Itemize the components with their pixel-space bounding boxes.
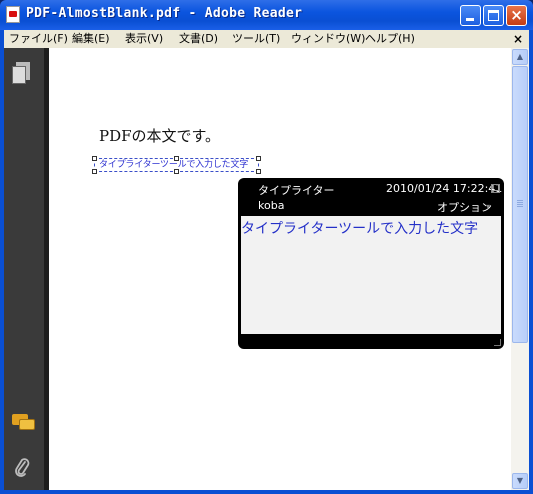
scroll-up-button[interactable]: ▲ [512,49,528,65]
navigation-panel [4,48,44,490]
menu-file[interactable]: ファイル(F) [9,30,68,48]
annotation-popup[interactable]: タイプライター 2010/01/24 17:22:41 koba オプション ▾… [238,178,504,349]
menu-window[interactable]: ウィンドウ(W) [291,30,365,48]
resize-handle[interactable] [174,169,179,174]
popup-content-text[interactable]: タイプライターツールで入力した文字 [241,218,478,238]
popup-options-menu[interactable]: オプション [437,199,492,215]
resize-grip-icon[interactable] [494,339,501,346]
popup-timestamp: 2010/01/24 17:22:41 [386,182,503,195]
chevron-down-icon[interactable]: ▾ [486,202,490,211]
comments-icon[interactable] [12,414,36,434]
pdf-file-icon [6,6,20,23]
document-close-button[interactable]: × [513,30,523,48]
title-bar[interactable]: PDF-AlmostBlank.pdf - Adobe Reader × [0,0,533,30]
pages-icon[interactable] [12,62,32,86]
scroll-thumb[interactable] [512,66,528,343]
document-page[interactable]: PDFの本文です。 タイプライターツールで入力した文字 タイプライター 2010… [49,48,511,490]
window-frame-right [529,30,533,494]
app-window: PDF-AlmostBlank.pdf - Adobe Reader × ファイ… [0,0,533,494]
vertical-scrollbar[interactable]: ▲ ▼ [511,48,529,490]
maximize-button[interactable] [483,5,504,26]
popup-minimize-button[interactable] [491,184,500,193]
menu-help[interactable]: ヘルプ(H) [365,30,415,48]
popup-title: タイプライター [258,184,335,197]
document-body-text: PDFの本文です。 [99,127,221,145]
close-icon: × [510,6,523,24]
arrow-down-icon: ▼ [516,476,524,485]
resize-handle[interactable] [92,156,97,161]
resize-handle[interactable] [256,156,261,161]
paperclip-icon-svg [15,458,30,477]
menu-tools[interactable]: ツール(T) [232,30,280,48]
close-button[interactable]: × [506,5,527,26]
paperclip-icon[interactable] [14,456,32,478]
window-frame-bottom [0,490,533,494]
popup-text-area[interactable]: タイプライターツールで入力した文字 [241,216,501,334]
resize-handle[interactable] [256,169,261,174]
menu-document[interactable]: 文書(D) [179,30,218,48]
menu-edit[interactable]: 編集(E) [72,30,110,48]
popup-author: koba [258,199,285,212]
menu-view[interactable]: 表示(V) [125,30,163,48]
resize-handle[interactable] [92,169,97,174]
arrow-up-icon: ▲ [516,52,524,61]
minimize-button[interactable] [460,5,481,26]
resize-handle[interactable] [174,156,179,161]
window-title: PDF-AlmostBlank.pdf - Adobe Reader [26,6,303,21]
menu-bar: ファイル(F) 編集(E) 表示(V) 文書(D) ツール(T) ウィンドウ(W… [4,30,529,48]
scroll-down-button[interactable]: ▼ [512,473,528,489]
